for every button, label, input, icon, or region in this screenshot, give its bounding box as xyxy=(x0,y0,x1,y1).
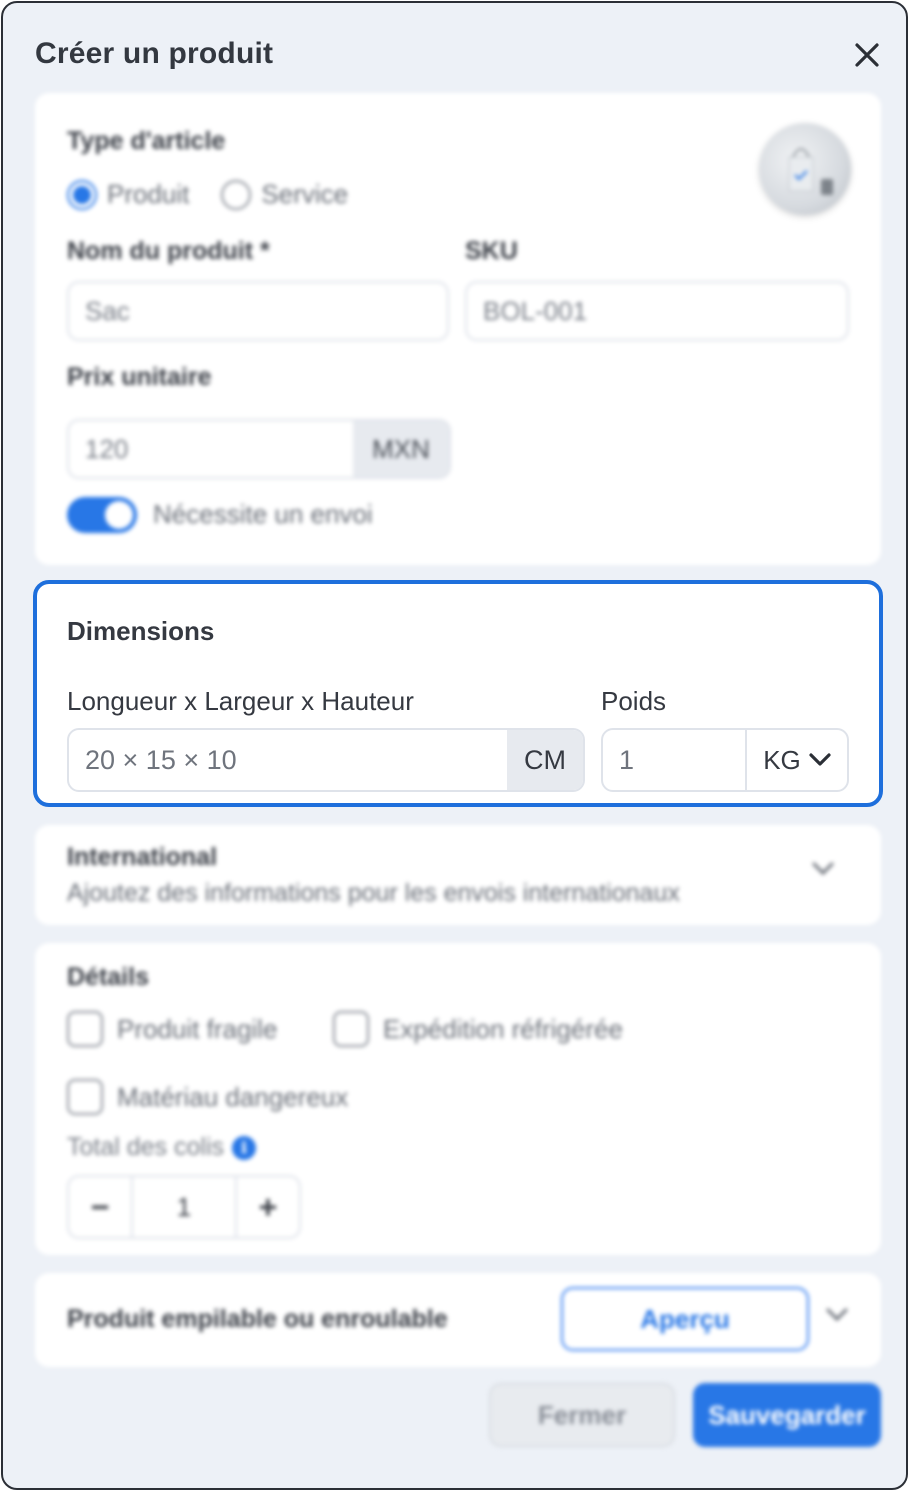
product-name-label: Nom du produit * xyxy=(67,237,270,265)
save-button[interactable]: Sauvegarder xyxy=(693,1383,881,1447)
bag-image-icon xyxy=(788,148,833,195)
info-icon[interactable]: i xyxy=(232,1135,257,1160)
product-name-input[interactable]: Sac xyxy=(67,281,449,341)
unit-price-value: 120 xyxy=(85,433,129,464)
checkbox-label: Matériau dangereux xyxy=(117,1081,349,1112)
checkbox-box[interactable] xyxy=(67,1079,103,1115)
close-icon[interactable] xyxy=(849,37,885,73)
total-packages-text: Total des colis xyxy=(67,1133,225,1161)
weight-unit-value: KG xyxy=(763,744,801,775)
dimensions-title: Dimensions xyxy=(67,616,215,646)
weight-value: 1 xyxy=(619,744,635,775)
create-product-modal: Créer un produit Type d'article Produit … xyxy=(1,1,908,1490)
stackable-label: Produit empilable ou enroulable xyxy=(67,1305,448,1333)
item-type-radio-group: Produit Service xyxy=(67,179,348,210)
radio-service[interactable] xyxy=(221,179,252,210)
decrement-button[interactable]: − xyxy=(69,1177,131,1237)
stackable-card: Produit empilable ou enroulable Aperçu xyxy=(35,1273,881,1367)
chevron-down-icon xyxy=(809,753,831,766)
unit-price-input[interactable]: 120 MXN xyxy=(67,419,451,479)
product-info-card: Type d'article Produit Service Nom du pr… xyxy=(35,93,881,565)
checkbox-label: Expédition réfrigérée xyxy=(383,1013,623,1044)
checkbox-box[interactable] xyxy=(333,1011,369,1047)
chevron-down-icon[interactable] xyxy=(811,861,835,877)
sku-input[interactable]: BOL-001 xyxy=(465,281,849,341)
checkbox-fragile[interactable]: Produit fragile xyxy=(67,1011,277,1047)
product-name-value: Sac xyxy=(85,295,130,326)
chevron-down-icon[interactable] xyxy=(825,1307,849,1323)
lwh-input[interactable]: 20 × 15 × 10 CM xyxy=(67,728,585,792)
international-subtitle: Ajoutez des informations pour les envois… xyxy=(67,879,680,907)
weight-input[interactable]: 1 KG xyxy=(601,728,849,792)
total-packages-label: Total des colis i xyxy=(67,1133,257,1162)
details-title: Détails xyxy=(67,963,149,991)
close-button[interactable]: Fermer xyxy=(489,1383,675,1447)
dimensions-card: Dimensions Longueur x Largeur x Hauteur … xyxy=(33,580,883,807)
increment-button[interactable]: + xyxy=(237,1177,299,1237)
radio-produit[interactable] xyxy=(67,179,97,210)
sku-value: BOL-001 xyxy=(483,295,588,326)
weight-label: Poids xyxy=(601,686,667,716)
currency-addon: MXN xyxy=(353,421,449,477)
lwh-unit-addon: CM xyxy=(507,730,583,790)
checkbox-label: Produit fragile xyxy=(117,1013,278,1044)
checkbox-dangerous[interactable]: Matériau dangereux xyxy=(67,1079,348,1115)
requires-shipping-label: Nécessite un envoi xyxy=(153,499,373,529)
product-image-avatar[interactable] xyxy=(759,123,851,215)
packages-stepper: − 1 + xyxy=(67,1175,301,1239)
lwh-label: Longueur x Largeur x Hauteur xyxy=(67,686,414,716)
unit-price-label: Prix unitaire xyxy=(67,363,212,391)
packages-value[interactable]: 1 xyxy=(131,1177,237,1237)
modal-title: Créer un produit xyxy=(35,37,274,70)
international-title: International xyxy=(67,843,218,871)
radio-produit-label: Produit xyxy=(107,179,190,209)
sku-label: SKU xyxy=(465,237,518,265)
international-card[interactable]: International Ajoutez des informations p… xyxy=(35,825,881,925)
item-type-label: Type d'article xyxy=(67,127,226,155)
radio-service-label: Service xyxy=(261,179,349,209)
details-card: Détails Produit fragile Expédition réfri… xyxy=(35,943,881,1255)
requires-shipping-toggle[interactable] xyxy=(67,497,137,533)
preview-button[interactable]: Aperçu xyxy=(561,1287,809,1351)
checkbox-refrigerated[interactable]: Expédition réfrigérée xyxy=(333,1011,623,1047)
weight-unit-select[interactable]: KG xyxy=(745,730,847,790)
lwh-value: 20 × 15 × 10 xyxy=(85,744,237,775)
checkbox-box[interactable] xyxy=(67,1011,103,1047)
